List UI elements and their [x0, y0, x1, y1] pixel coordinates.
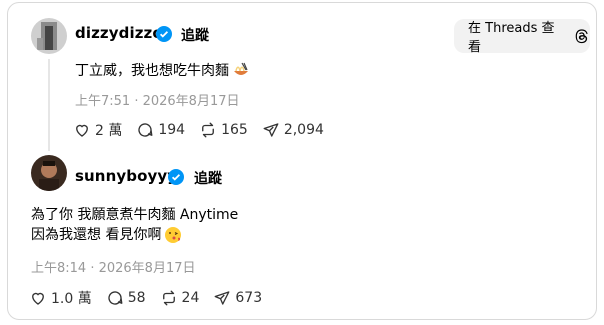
- noodles-emoji: [234, 62, 248, 75]
- thread-card: 在 Threads 查看 dizzydizzo 追蹤 丁立威，我也想吃牛肉麵 上…: [7, 2, 597, 320]
- share-count: 673: [235, 290, 263, 306]
- post-text-line-1: 為了你 我願意煮牛肉麵 Anytime: [31, 207, 239, 223]
- verified-badge-icon: [168, 169, 184, 185]
- avatar-image: [31, 155, 67, 191]
- like-count: 1.0 萬: [51, 291, 92, 307]
- reply-count: 58: [127, 290, 146, 306]
- post-text-line-2-wrap: 因為我還想 看見你啊: [31, 225, 238, 245]
- like-count: 2 萬: [95, 123, 123, 139]
- like-button[interactable]: 1.0 萬: [29, 288, 92, 308]
- reply-button[interactable]: 58: [106, 289, 146, 307]
- avatar[interactable]: [31, 155, 67, 191]
- repost-button[interactable]: 24: [160, 289, 200, 307]
- open-in-threads-label: 在 Threads 查看: [468, 21, 555, 55]
- post-text-content: 丁立威，我也想吃牛肉麵: [75, 63, 229, 79]
- thread-connector-line: [48, 59, 50, 151]
- follow-button[interactable]: 追蹤: [194, 168, 222, 188]
- heart-icon: [76, 124, 88, 137]
- verified-badge-icon: [156, 26, 172, 42]
- post-actions: 1.0 萬 58 24 673: [29, 288, 276, 308]
- like-button[interactable]: 2 萬: [73, 120, 122, 140]
- post-text-line-2: 因為我還想 看見你啊: [31, 227, 162, 243]
- avatar[interactable]: [31, 18, 67, 54]
- reply-button[interactable]: 194: [136, 121, 185, 139]
- avatar-image: [31, 18, 67, 54]
- share-count: 2,094: [283, 122, 324, 138]
- kiss-emoji: [165, 227, 182, 243]
- open-in-threads-button[interactable]: 在 Threads 查看: [454, 19, 590, 55]
- reply-count: 194: [158, 122, 186, 138]
- username[interactable]: sunnyboyyy: [75, 167, 177, 185]
- share-icon: [214, 291, 230, 305]
- repost-count: 24: [181, 290, 200, 306]
- repost-icon: [202, 122, 215, 138]
- username[interactable]: dizzydizzo: [75, 24, 163, 42]
- repost-icon: [162, 290, 175, 306]
- post-timestamp[interactable]: 上午8:14 · 2026年8月17日: [31, 257, 196, 276]
- repost-count: 165: [221, 122, 248, 138]
- comment-icon: [138, 123, 153, 137]
- comment-icon: [108, 291, 123, 305]
- repost-button[interactable]: 165: [199, 121, 248, 139]
- share-button[interactable]: 2,094: [262, 121, 324, 139]
- follow-button[interactable]: 追蹤: [181, 25, 209, 45]
- heart-icon: [32, 292, 44, 305]
- threads-logo-icon: [575, 29, 588, 44]
- post-text: 丁立威，我也想吃牛肉麵: [75, 61, 250, 81]
- post-timestamp[interactable]: 上午7:51 · 2026年8月17日: [75, 90, 240, 109]
- share-icon: [263, 123, 279, 137]
- post-text: 為了你 我願意煮牛肉麵 Anytime 因為我還想 看見你啊: [31, 205, 238, 245]
- post-actions: 2 萬 194 165 2,094: [73, 120, 338, 140]
- share-button[interactable]: 673: [213, 289, 262, 307]
